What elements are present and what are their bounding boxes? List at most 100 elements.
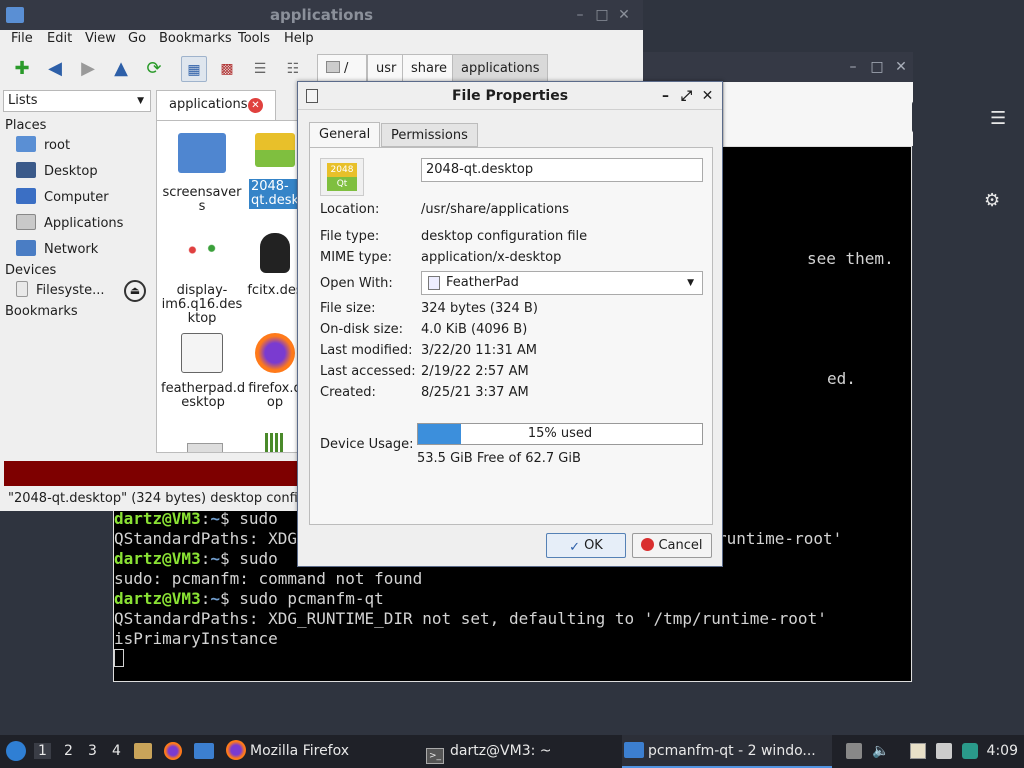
settings-gear-icon[interactable]: ⚙ — [984, 190, 1000, 211]
close-icon[interactable]: ✕ — [697, 82, 718, 110]
side-pane-mode-select[interactable]: Lists ▼ — [3, 90, 151, 112]
bookmarks-header: Bookmarks — [5, 304, 78, 319]
sidebar-item-computer[interactable]: Computer — [16, 187, 109, 209]
icon-label-top: 2048 — [327, 163, 357, 177]
path-button-usr[interactable]: usr — [367, 54, 406, 84]
eject-tray-icon[interactable] — [846, 743, 862, 759]
menu-help[interactable]: Help — [284, 31, 314, 46]
menu-tools[interactable]: Tools — [238, 31, 270, 46]
file-manager-launcher-icon[interactable] — [134, 743, 152, 759]
close-icon[interactable]: ✕ — [889, 52, 913, 82]
created-label: Created: — [320, 385, 376, 400]
network-icon[interactable] — [936, 743, 952, 759]
icon-view-icon[interactable]: ▦ — [181, 56, 207, 82]
clipboard-icon[interactable] — [910, 743, 926, 759]
thumbnail-view-icon[interactable]: ▩ — [214, 56, 240, 82]
sidebar-item-filesystem[interactable]: Filesyste... — [16, 280, 105, 302]
compact-view-icon[interactable]: ☰ — [247, 56, 273, 82]
file-item-display-im6[interactable]: display- im6.q16.des ktop — [159, 233, 245, 327]
update-notifier-icon[interactable] — [962, 743, 978, 759]
back-arrow-icon[interactable]: ◀ — [42, 56, 68, 82]
applications-icon — [16, 214, 36, 230]
sidebar-item-root[interactable]: root — [16, 135, 70, 157]
new-tab-icon[interactable]: ✚ — [9, 56, 35, 82]
menu-file[interactable]: File — [11, 31, 33, 46]
terminal-titlebar[interactable]: – □ ✕ — [643, 52, 913, 82]
tab-permissions[interactable]: Permissions — [381, 123, 478, 147]
task-terminal[interactable]: >_ dartz@VM3: ~ — [424, 735, 614, 768]
desktop-switch-1[interactable]: 1 — [34, 743, 51, 759]
hamburger-menu-icon[interactable]: ☰ — [990, 108, 1006, 129]
menu-bookmarks[interactable]: Bookmarks — [159, 31, 232, 46]
close-icon[interactable]: ✕ — [613, 0, 635, 30]
imagemagick-icon — [178, 233, 226, 267]
firefox-launcher-icon[interactable] — [164, 742, 182, 760]
menu-edit[interactable]: Edit — [47, 31, 72, 46]
terminal-line: isPrimaryInstance — [114, 629, 278, 648]
open-with-select[interactable]: FeatherPad ▼ — [421, 271, 703, 295]
maximize-icon[interactable]: □ — [865, 52, 889, 82]
tab-applications[interactable]: applications ✕ — [156, 90, 276, 120]
ok-button[interactable]: ✓ OK — [546, 533, 626, 558]
minimize-icon[interactable]: – — [841, 52, 865, 82]
location-label: Location: — [320, 202, 380, 217]
desktop-switch-2[interactable]: 2 — [64, 743, 73, 759]
file-size-value: 324 bytes (324 B) — [421, 301, 538, 316]
maximize-icon[interactable]: □ — [591, 0, 613, 30]
menu-go[interactable]: Go — [128, 31, 146, 46]
clock[interactable]: 4:09 — [987, 735, 1018, 768]
detailed-view-icon[interactable]: ☷ — [280, 56, 306, 82]
terminal-line: dartz@VM3:~$ sudo — [114, 549, 288, 568]
desktop-switch-3[interactable]: 3 — [88, 743, 97, 759]
start-menu-icon[interactable] — [6, 741, 26, 761]
file-item-fcitx[interactable]: fcitx.des — [245, 233, 305, 299]
sidebar-item-applications[interactable]: Applications — [16, 213, 123, 235]
path-button-applications[interactable]: applications — [452, 54, 549, 84]
chevron-down-icon: ▼ — [137, 96, 144, 106]
terminal-line: QStandardPaths: XDG_RUNTIME_DIR not set,… — [114, 609, 827, 628]
reload-icon[interactable]: ⟳ — [141, 56, 167, 82]
maximize-icon[interactable]: ⤢ — [676, 82, 697, 110]
task-firefox[interactable]: Mozilla Firefox — [224, 735, 414, 768]
file-manager-titlebar[interactable]: applications – □ ✕ — [0, 0, 643, 30]
sidebar-item-desktop[interactable]: Desktop — [16, 161, 98, 183]
tab-general[interactable]: General — [309, 122, 381, 148]
file-size-label: File size: — [320, 301, 376, 316]
device-usage-text: 15% used — [527, 426, 593, 441]
forward-arrow-icon[interactable]: ▶ — [75, 56, 101, 82]
computer-icon — [16, 188, 36, 204]
show-desktop-icon[interactable] — [194, 743, 214, 759]
cancel-icon — [641, 538, 655, 551]
window-title: applications — [269, 6, 374, 24]
menu-view[interactable]: View — [85, 31, 116, 46]
close-icon[interactable]: ✕ — [248, 98, 263, 113]
minimize-icon[interactable]: – — [655, 82, 676, 110]
minimize-icon[interactable]: – — [569, 0, 591, 30]
file-item-featherpad[interactable]: featherpad.d esktop — [159, 333, 245, 411]
path-button-root[interactable]: / — [317, 54, 367, 84]
desktop-switch-4[interactable]: 4 — [112, 743, 121, 759]
2048-app-icon — [255, 133, 295, 167]
file-item-2048-qt[interactable]: 2048- qt.desk — [245, 133, 305, 209]
terminal-tab-field[interactable] — [912, 101, 976, 133]
up-arrow-icon[interactable]: ▲ — [108, 56, 134, 82]
terminal-line: dartz@VM3:~$ sudo — [114, 509, 278, 528]
drive-icon — [326, 61, 340, 73]
sidebar-item-network[interactable]: Network — [16, 239, 98, 261]
drive-icon — [16, 281, 28, 297]
file-type-icon[interactable]: 2048 Qt — [320, 158, 364, 196]
eject-icon[interactable]: ⏏ — [124, 280, 146, 302]
last-modified-value: 3/22/20 11:31 AM — [421, 343, 537, 358]
terminal-toolbar — [723, 82, 913, 146]
file-name-field[interactable]: 2048-qt.desktop — [421, 158, 703, 182]
general-panel: 2048 Qt 2048-qt.desktop Location: /usr/s… — [309, 147, 713, 525]
mime-type-value: application/x-desktop — [421, 250, 562, 265]
volume-icon[interactable]: 🔈 — [872, 743, 889, 759]
file-item-screensavers[interactable]: screensaver s — [159, 133, 245, 215]
file-item-firefox[interactable]: firefox.d op — [245, 333, 305, 411]
path-button-share[interactable]: share — [402, 54, 457, 84]
task-pcmanfm[interactable]: pcmanfm-qt - 2 windo... — [622, 735, 832, 768]
device-usage-label: Device Usage: — [320, 437, 414, 452]
dialog-titlebar[interactable]: File Properties – ⤢ ✕ — [298, 82, 722, 110]
cancel-button[interactable]: Cancel — [632, 533, 712, 558]
